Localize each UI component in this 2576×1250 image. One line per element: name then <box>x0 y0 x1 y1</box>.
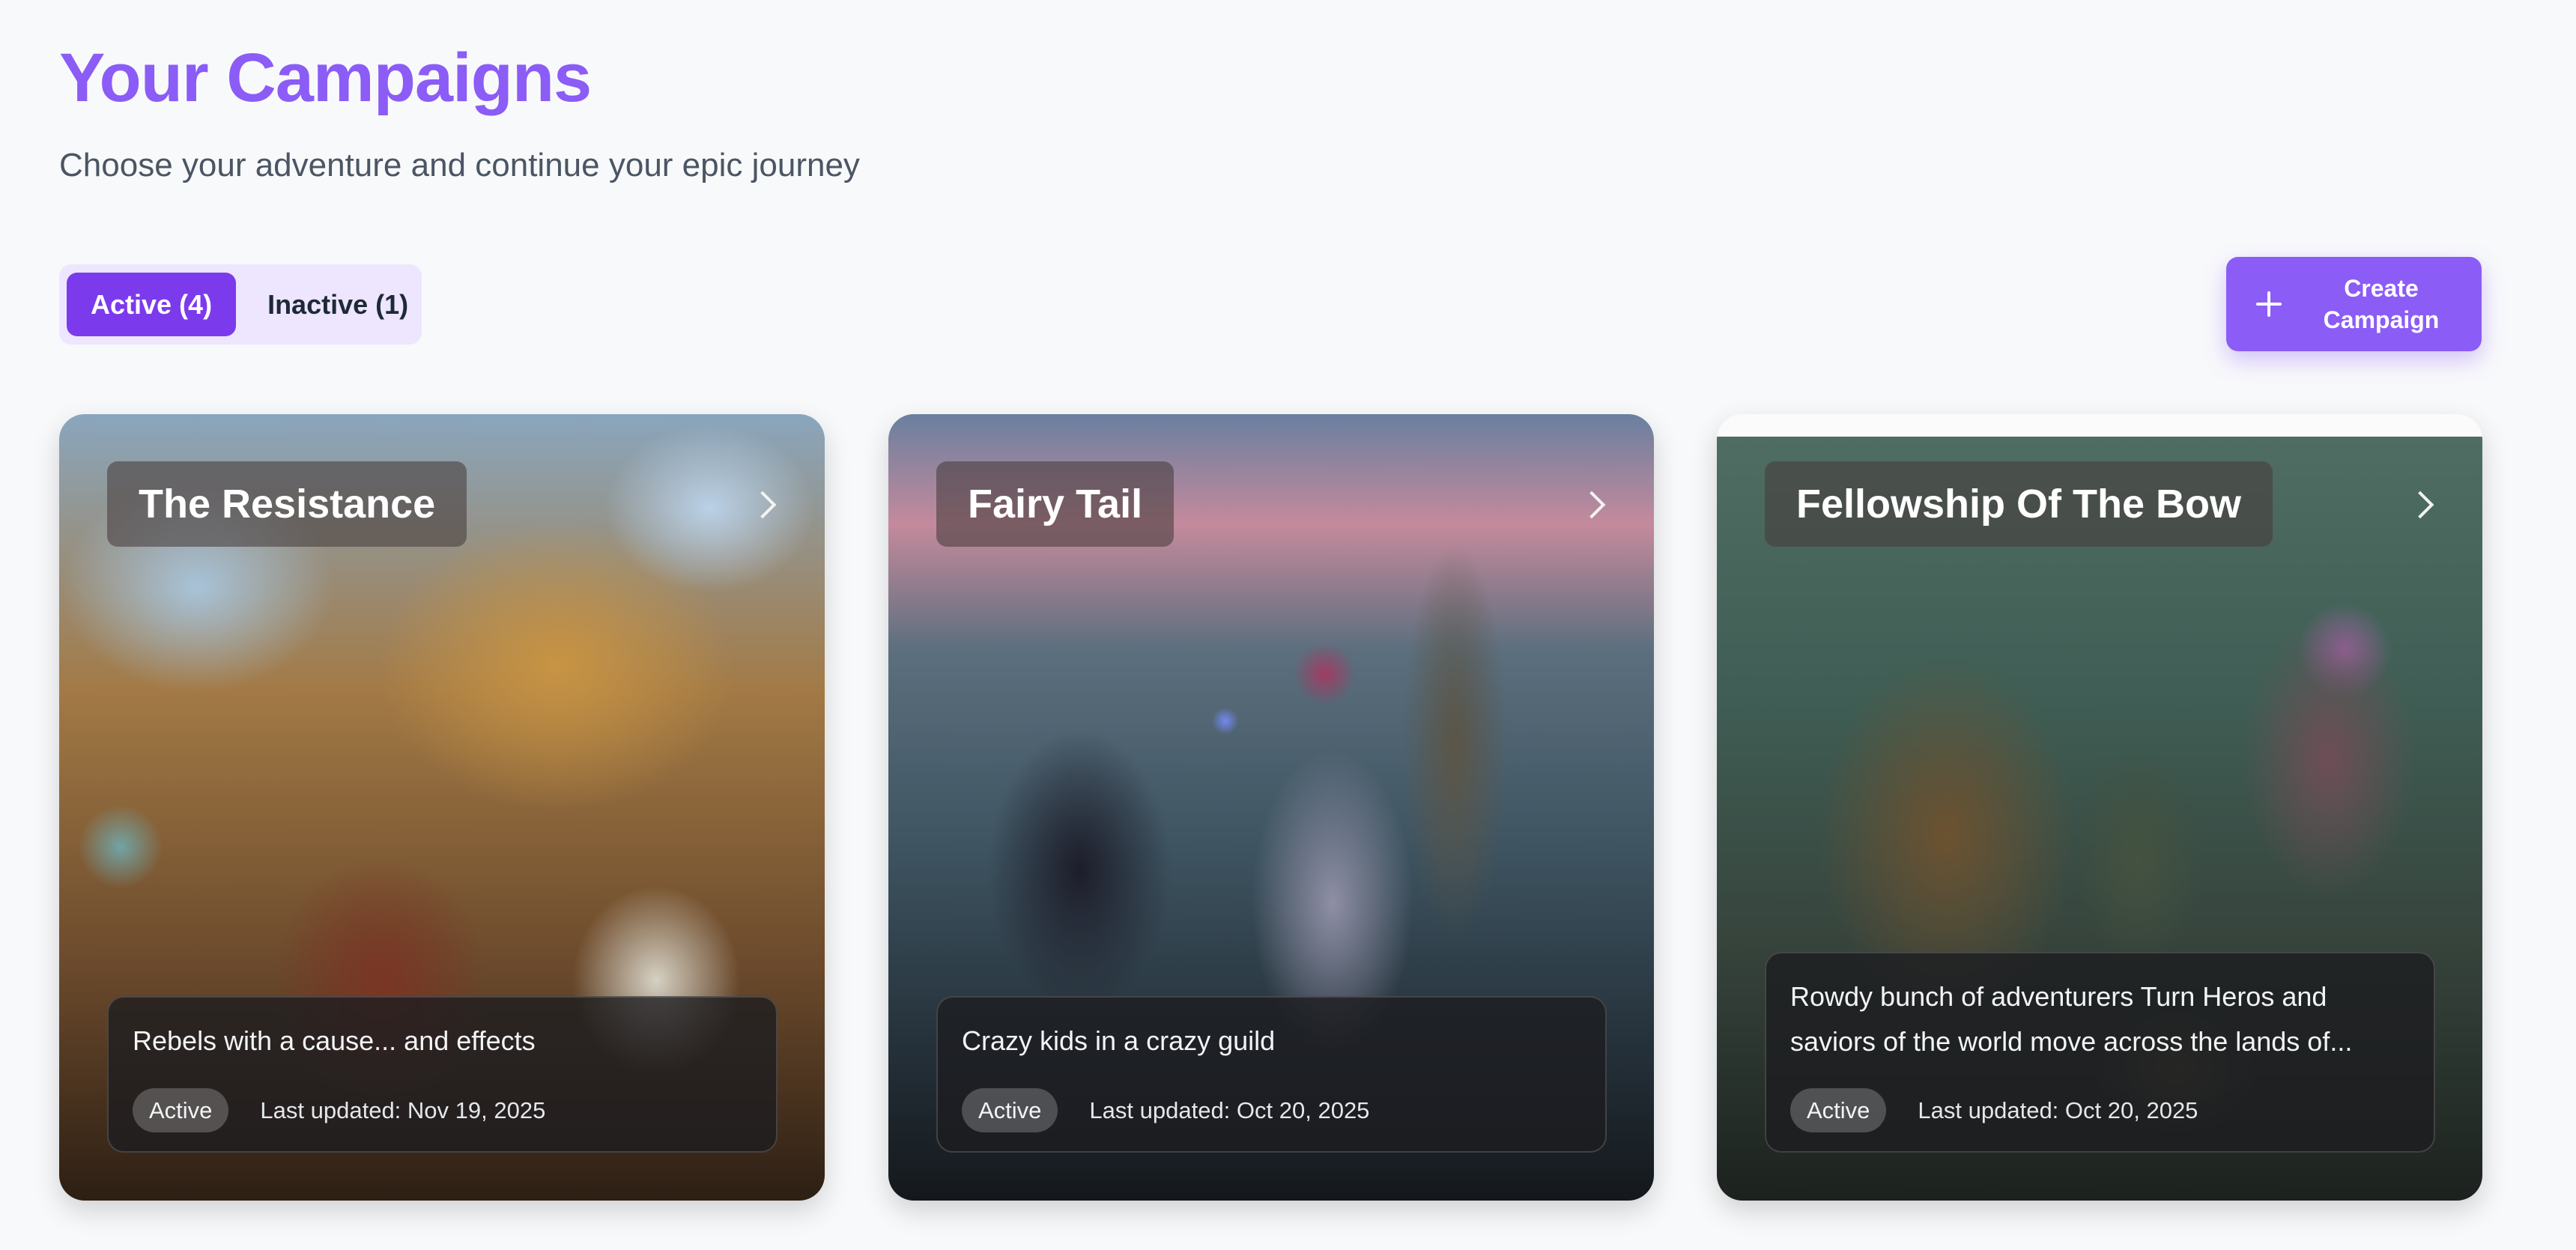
last-updated: Last updated: Oct 20, 2025 <box>1089 1096 1370 1123</box>
campaign-title: The Resistance <box>107 461 467 547</box>
tab-inactive[interactable]: Inactive (1) <box>243 273 432 336</box>
plus-icon <box>2256 291 2282 317</box>
campaign-meta: Active Last updated: Oct 20, 2025 <box>1790 1088 2198 1132</box>
campaigns-page: Your Campaigns Choose your adventure and… <box>0 0 2576 1250</box>
campaign-info-panel: Rowdy bunch of adventurers Turn Heros an… <box>1765 952 2435 1153</box>
campaign-card-fellowship-of-the-bow[interactable]: Fellowship Of The Bow Rowdy bunch of adv… <box>1717 414 2482 1201</box>
status-badge: Active <box>1790 1088 1887 1132</box>
cover-top-strip <box>1717 414 2482 437</box>
last-updated: Last updated: Nov 19, 2025 <box>260 1096 546 1123</box>
status-badge: Active <box>962 1088 1058 1132</box>
last-updated: Last updated: Oct 20, 2025 <box>1918 1096 2198 1123</box>
create-campaign-label: Create Campaign <box>2323 275 2440 333</box>
tab-active[interactable]: Active (4) <box>67 273 237 336</box>
create-campaign-button[interactable]: Create Campaign <box>2226 257 2482 351</box>
campaign-description: Rebels with a cause... and effects <box>133 1025 536 1056</box>
campaign-card-fairy-tail[interactable]: Fairy Tail Crazy kids in a crazy guild A… <box>888 414 1654 1201</box>
campaign-title: Fairy Tail <box>936 461 1175 547</box>
page-subtitle: Choose your adventure and continue your … <box>59 147 860 183</box>
campaign-card-the-resistance[interactable]: The Resistance Rebels with a cause... an… <box>59 414 825 1201</box>
status-badge: Active <box>133 1088 229 1132</box>
campaign-meta: Active Last updated: Nov 19, 2025 <box>133 1088 545 1132</box>
campaign-info-panel: Rebels with a cause... and effects Activ… <box>107 996 778 1153</box>
campaign-info-panel: Crazy kids in a crazy guild Active Last … <box>936 996 1607 1153</box>
campaign-meta: Active Last updated: Oct 20, 2025 <box>962 1088 1369 1132</box>
campaign-description: Crazy kids in a crazy guild <box>962 1025 1276 1056</box>
campaign-title: Fellowship Of The Bow <box>1765 461 2273 547</box>
status-tabs: Active (4) Inactive (1) <box>59 264 422 345</box>
page-title: Your Campaigns <box>59 40 592 116</box>
campaign-description: Rowdy bunch of adventurers Turn Heros an… <box>1790 981 2353 1057</box>
